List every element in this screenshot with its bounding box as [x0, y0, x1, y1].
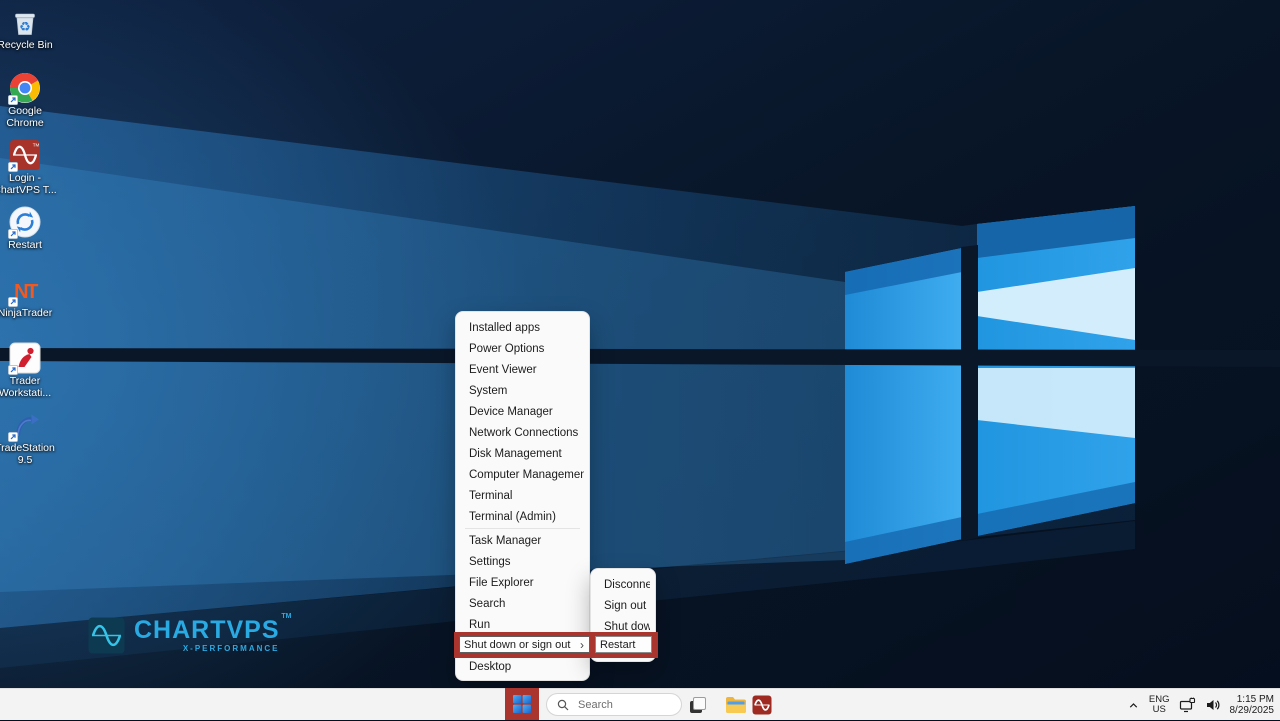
submenu-item-disconnect[interactable]: Disconnect: [596, 574, 650, 595]
svg-text:♻: ♻: [19, 20, 31, 35]
watermark-brand: CHARTVPS: [134, 617, 280, 643]
folder-icon: [725, 695, 747, 715]
annotation-highlight-band: Shut down or sign out › Restart: [454, 632, 658, 658]
shortcut-arrow-icon: [8, 432, 18, 442]
language-indicator[interactable]: ENG US: [1149, 692, 1170, 718]
menu-item-computer-management[interactable]: Computer Management: [461, 464, 584, 485]
menu-item-file-explorer[interactable]: File Explorer: [461, 572, 584, 593]
volume-button[interactable]: [1205, 692, 1221, 718]
menu-item-device-manager[interactable]: Device Manager: [461, 401, 584, 422]
clock[interactable]: 1:15 PM 8/29/2025: [1230, 692, 1275, 718]
menu-item-terminal[interactable]: Terminal: [461, 485, 584, 506]
start-button-annotation: [505, 688, 539, 720]
taskbar-search[interactable]: [546, 693, 682, 716]
menu-item-event-viewer[interactable]: Event Viewer: [461, 359, 584, 380]
menu-item-disk-management[interactable]: Disk Management: [461, 443, 584, 464]
desktop-item-label: NinjaTrader: [0, 308, 52, 320]
svg-text:TM: TM: [33, 143, 40, 148]
menu-item-terminal-admin[interactable]: Terminal (Admin): [461, 506, 584, 527]
highlighted-submenu-item-restart[interactable]: Restart: [595, 636, 652, 653]
highlighted-submenu-item-label: Restart: [600, 639, 635, 651]
desktop-item-label: Trader Workstati...: [0, 376, 57, 399]
menu-item-power-options[interactable]: Power Options: [461, 338, 584, 359]
shortcut-arrow-icon: [8, 162, 18, 172]
desktop-item-label: Recycle Bin: [0, 40, 53, 52]
shortcut-arrow-icon: [8, 365, 18, 375]
shortcut-arrow-icon: [8, 297, 18, 307]
highlighted-menu-item-label: Shut down or sign out: [464, 639, 570, 651]
watermark-tm: TM: [281, 613, 291, 620]
chartvps-sine-icon: [752, 695, 772, 715]
menu-item-search[interactable]: Search: [461, 593, 584, 614]
shortcut-arrow-icon: [8, 95, 18, 105]
menu-item-settings[interactable]: Settings: [461, 551, 584, 572]
tray-date: 8/29/2025: [1230, 705, 1275, 716]
file-explorer-button[interactable]: [725, 694, 747, 716]
show-hidden-icons-button[interactable]: [1127, 692, 1140, 718]
desktop-item-label: Restart: [8, 240, 42, 252]
search-icon: [557, 699, 569, 711]
tray-time: 1:15 PM: [1230, 694, 1275, 705]
chevron-up-icon: [1127, 699, 1140, 712]
start-button[interactable]: [509, 691, 535, 717]
winx-context-menu: Installed apps Power Options Event Viewe…: [455, 311, 590, 681]
menu-item-desktop[interactable]: Desktop: [461, 656, 584, 677]
desktop-item-restart[interactable]: Restart: [0, 206, 57, 252]
menu-separator: [465, 528, 580, 529]
taskbar: ENG US 1:15 PM 8/29/2025: [0, 688, 1280, 720]
chartvps-app-button[interactable]: [751, 694, 773, 716]
menu-item-installed-apps[interactable]: Installed apps: [461, 317, 584, 338]
desktop-item-label: Login - ChartVPS T...: [0, 173, 57, 196]
desktop-item-label: TradeStation 9.5: [0, 443, 57, 466]
task-view-button[interactable]: [687, 694, 709, 716]
network-button[interactable]: [1179, 692, 1196, 718]
ethernet-network-icon: [1179, 697, 1196, 714]
desktop-item-recycle-bin[interactable]: ♻ Recycle Bin: [0, 6, 57, 52]
task-view-front-square-icon: [693, 697, 706, 710]
system-tray: ENG US 1:15 PM 8/29/2025: [1127, 689, 1274, 721]
speaker-volume-icon: [1205, 697, 1221, 713]
submenu-item-sign-out[interactable]: Sign out: [596, 595, 650, 616]
menu-item-system[interactable]: System: [461, 380, 584, 401]
recycle-bin-icon: ♻: [9, 6, 41, 38]
desktop-item-login-chartvps[interactable]: TM Login - ChartVPS T...: [0, 139, 57, 196]
desktop-item-trader-workstation[interactable]: Trader Workstati...: [0, 342, 57, 399]
desktop-item-google-chrome[interactable]: Google Chrome: [0, 72, 57, 129]
desktop-item-label: Google Chrome: [0, 106, 57, 129]
desktop-item-ninjatrader[interactable]: NT NinjaTrader: [0, 274, 57, 320]
chartvps-logo-icon: [88, 617, 125, 654]
shortcut-arrow-icon: [8, 229, 18, 239]
chevron-right-icon: ›: [580, 640, 584, 650]
language-line2: US: [1149, 705, 1170, 715]
watermark-tagline: X-PERFORMANCE: [134, 644, 280, 653]
highlighted-menu-item-shut-down-or-sign-out[interactable]: Shut down or sign out ›: [459, 636, 590, 653]
windows-logo-icon: [513, 695, 531, 713]
search-input[interactable]: [576, 698, 670, 712]
menu-item-network-connections[interactable]: Network Connections: [461, 422, 584, 443]
menu-item-task-manager[interactable]: Task Manager: [461, 530, 584, 551]
chartvps-watermark: CHARTVPS TM X-PERFORMANCE: [88, 617, 280, 654]
desktop-item-tradestation[interactable]: TradeStation 9.5: [0, 409, 57, 466]
